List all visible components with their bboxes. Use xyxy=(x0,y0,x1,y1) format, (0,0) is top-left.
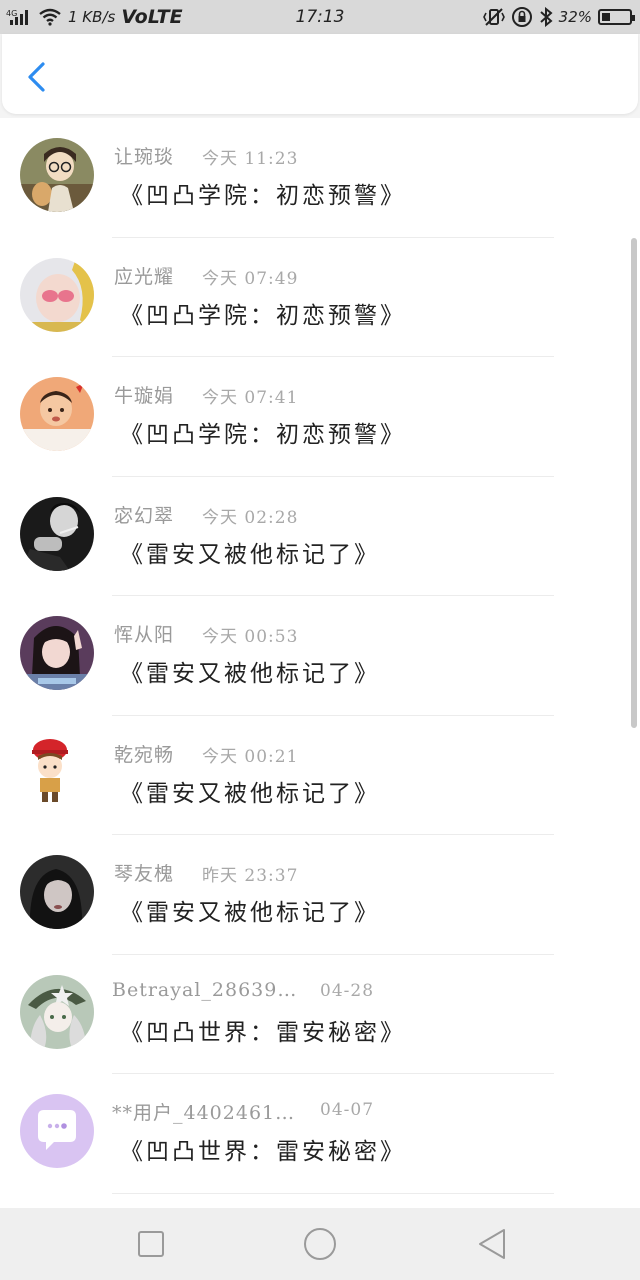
list-item[interactable]: 牛璇娟 今天 07:41 《凹凸学院：初恋预警》 xyxy=(0,357,640,477)
rotation-lock-icon xyxy=(511,6,533,28)
username: 恽从阳 xyxy=(114,624,175,646)
chat-bubble-icon xyxy=(20,1094,94,1168)
avatar[interactable] xyxy=(20,138,94,212)
timestamp: 今天 00:53 xyxy=(202,627,299,647)
timestamp: 昨天 23:37 xyxy=(202,866,299,886)
username: **用户_4402461… xyxy=(112,1102,296,1124)
username: 琴友槐 xyxy=(114,863,175,885)
list-item[interactable]: **用户_4402461… 04-07 《凹凸世界：雷安秘密》 xyxy=(0,1074,640,1194)
avatar[interactable] xyxy=(20,257,94,332)
recents-button[interactable] xyxy=(133,1226,169,1262)
timestamp: 今天 02:28 xyxy=(202,507,299,528)
book-title: 《凹凸学院：初恋预警》 xyxy=(120,302,406,329)
timestamp: 04-07 xyxy=(320,1100,375,1120)
username: 牛璇娟 xyxy=(114,385,175,407)
chevron-left-icon xyxy=(28,62,45,92)
avatar[interactable] xyxy=(20,974,94,1049)
book-title: 《雷安又被他标记了》 xyxy=(120,661,380,687)
avatar[interactable] xyxy=(20,496,94,571)
book-title: 《凹凸世界：雷安秘密》 xyxy=(120,1019,406,1046)
back-button[interactable] xyxy=(22,60,52,94)
timestamp: 04-28 xyxy=(320,980,375,1001)
username: 宓幻翠 xyxy=(114,504,175,527)
timestamp: 今天 07:49 xyxy=(202,268,299,289)
avatar[interactable] xyxy=(20,855,94,929)
bluetooth-icon xyxy=(539,7,553,27)
book-title: 《雷安又被他标记了》 xyxy=(120,900,380,926)
header-bar xyxy=(2,34,638,114)
avatar[interactable] xyxy=(20,616,94,690)
circle-icon xyxy=(304,1228,336,1260)
scrollbar[interactable] xyxy=(631,238,637,728)
battery-icon xyxy=(598,9,635,25)
home-button[interactable] xyxy=(302,1226,338,1262)
system-back-button[interactable] xyxy=(474,1226,510,1262)
avatar[interactable] xyxy=(20,1094,94,1168)
vibrate-icon xyxy=(482,7,505,27)
username: 乾宛畅 xyxy=(114,743,175,766)
avatar[interactable] xyxy=(20,377,94,451)
list-item[interactable]: 应光耀 今天 07:49 《凹凸学院：初恋预警》 xyxy=(0,238,640,357)
list-item[interactable]: 宓幻翠 今天 02:28 《雷安又被他标记了》 xyxy=(0,477,640,596)
status-bar: 4G 1 KB/s VoLTE 17:13 32% xyxy=(0,0,640,34)
avatar[interactable] xyxy=(20,735,94,810)
triangle-back-icon xyxy=(479,1229,505,1259)
book-title: 《雷安又被他标记了》 xyxy=(120,780,380,807)
system-nav-bar xyxy=(0,1208,640,1280)
list-item[interactable]: 让琬琰 今天 11:23 《凹凸学院：初恋预警》 xyxy=(0,118,640,238)
list-item[interactable]: 乾宛畅 今天 00:21 《雷安又被他标记了》 xyxy=(0,716,640,835)
timestamp: 今天 00:21 xyxy=(202,746,299,767)
book-title: 《凹凸学院：初恋预警》 xyxy=(120,183,406,209)
divider xyxy=(112,1192,554,1194)
book-title: 《凹凸学院：初恋预警》 xyxy=(120,422,406,448)
battery-percent: 32% xyxy=(558,8,592,26)
username: Betrayal_28639… xyxy=(112,978,298,1001)
book-title: 《凹凸世界：雷安秘密》 xyxy=(120,1139,406,1165)
list-item[interactable]: Betrayal_28639… 04-28 《凹凸世界：雷安秘密》 xyxy=(0,955,640,1074)
list-item[interactable]: 琴友槐 昨天 23:37 《雷安又被他标记了》 xyxy=(0,835,640,955)
timestamp: 今天 11:23 xyxy=(202,149,299,169)
timestamp: 今天 07:41 xyxy=(202,388,299,408)
book-title: 《雷安又被他标记了》 xyxy=(120,541,380,568)
list-item[interactable]: 恽从阳 今天 00:53 《雷安又被他标记了》 xyxy=(0,596,640,716)
username: 让琬琰 xyxy=(114,146,175,168)
square-icon xyxy=(138,1231,164,1257)
username: 应光耀 xyxy=(114,265,175,288)
reader-list[interactable]: 让琬琰 今天 11:23 《凹凸学院：初恋预警》 应光耀 今天 07:49 《凹… xyxy=(0,118,640,1208)
